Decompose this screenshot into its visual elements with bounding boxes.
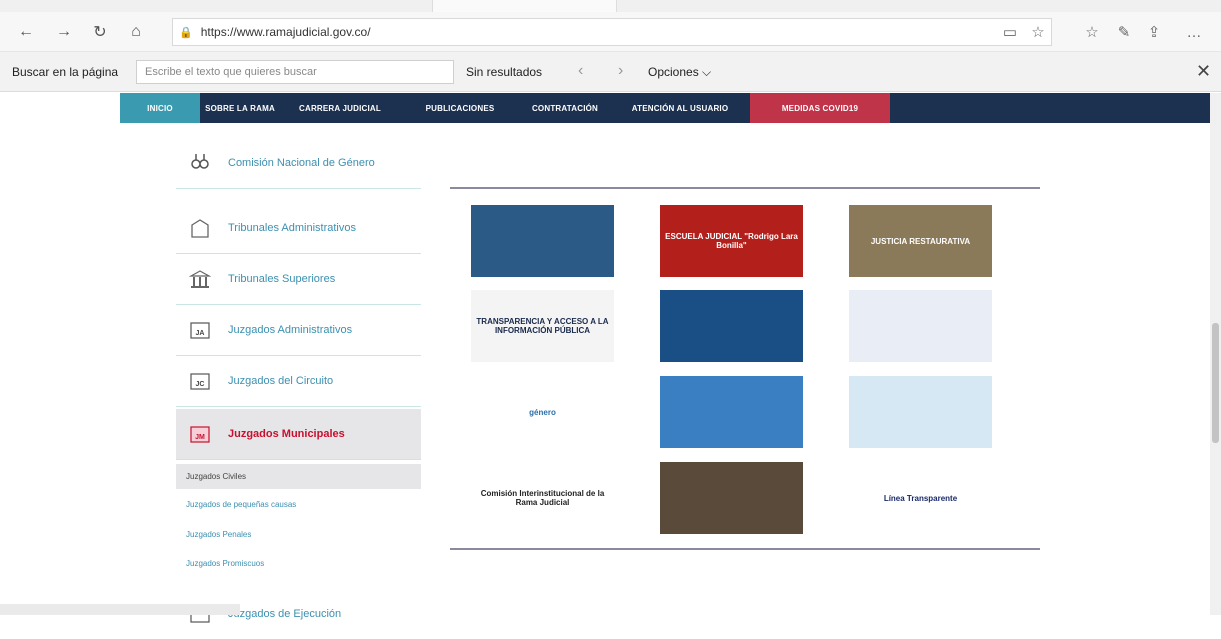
banner-text: Línea Transparente <box>883 493 958 503</box>
banner-tile[interactable]: género <box>471 376 614 448</box>
divider-bottom <box>450 548 1040 550</box>
active-tab[interactable] <box>432 0 617 12</box>
sidebar-item-juzgados-administrativos[interactable]: JA Juzgados Administrativos <box>176 305 421 356</box>
banner-text: JUSTICIA RESTAURATIVA <box>870 236 971 246</box>
banner-text: género <box>529 407 556 417</box>
banner-tile[interactable]: ESCUELA JUDICIAL "Rodrigo Lara Bonilla" <box>660 205 803 277</box>
svg-text:JM: JM <box>195 434 205 441</box>
banner-tile[interactable] <box>660 376 803 448</box>
folder-jc-icon: JC <box>188 369 212 393</box>
nav-item-6[interactable]: Medidas Covid19 <box>750 93 890 123</box>
folder-ja-icon: JA <box>188 318 212 342</box>
subitem-juzgados-promiscuos[interactable]: Juzgados Promiscuos <box>176 551 421 576</box>
url-text: https://www.ramajudicial.gov.co/ <box>200 25 371 39</box>
columns-icon <box>188 267 212 291</box>
banner-tile[interactable] <box>660 290 803 362</box>
banner-text: ESCUELA JUDICIAL "Rodrigo Lara Bonilla" <box>665 232 798 250</box>
find-options-button[interactable]: Opciones ⌵ <box>648 65 711 80</box>
sidebar-item-label: Juzgados Municipales <box>228 428 345 440</box>
gender-icon <box>188 151 212 175</box>
svg-text:JA: JA <box>196 330 205 337</box>
sidebar-item-genero[interactable]: Comisión Nacional de Género <box>176 138 421 189</box>
sidebar-item-label: Tribunales Administrativos <box>228 222 356 234</box>
banner-tile[interactable] <box>471 205 614 277</box>
divider-top <box>450 187 1040 189</box>
sidebar-item-label: Tribunales Superiores <box>228 273 336 285</box>
find-bar: Buscar en la página Escribe el texto que… <box>0 52 1221 92</box>
sidebar-item-label: Juzgados del Circuito <box>228 375 334 387</box>
share-icon[interactable]: ⇪ <box>1140 20 1168 44</box>
banner-text: TRANSPARENCIA Y ACCESO A LA INFORMACIÓN … <box>476 317 609 335</box>
nav-item-1[interactable]: Sobre la Rama <box>200 93 280 123</box>
back-icon[interactable]: ← <box>12 20 40 44</box>
previous-result-icon[interactable]: ‹ <box>578 62 583 80</box>
sidebar-item-tribunales-superiores[interactable]: Tribunales Superiores <box>176 254 421 305</box>
sidebar-item-tribunales-administrativos[interactable]: Tribunales Administrativos <box>176 203 421 254</box>
scrollbar[interactable] <box>1210 93 1221 615</box>
more-icon[interactable]: … <box>1180 20 1208 44</box>
sidebar: Comisión Nacional de Género Tribunales A… <box>176 123 421 623</box>
banner-tile[interactable]: Línea Transparente <box>849 462 992 534</box>
nav-item-3[interactable]: Publicaciones <box>400 93 520 123</box>
find-label: Buscar en la página <box>12 65 119 79</box>
reading-view-icon[interactable]: ▭ <box>996 20 1024 44</box>
next-result-icon[interactable]: › <box>618 62 623 80</box>
nav-item-4[interactable]: Contratación <box>520 93 610 123</box>
banner-text: Comisión Interinstitucional de la Rama J… <box>480 489 605 507</box>
nav-item-2[interactable]: Carrera Judicial <box>280 93 400 123</box>
find-result: Sin resultados <box>466 65 543 79</box>
lock-icon: 🔒 <box>179 26 193 39</box>
banner-tile[interactable]: JUSTICIA RESTAURATIVA <box>849 205 992 277</box>
tab-strip <box>0 0 1221 12</box>
site-navigation: Inicio Sobre la Rama Carrera Judicial Publi… <box>120 93 1210 123</box>
pen-icon[interactable]: ✎ <box>1110 20 1138 44</box>
favorites-list-icon[interactable]: ☆ <box>1078 20 1106 44</box>
folder-jm-icon: JM <box>188 422 212 446</box>
favorite-icon[interactable]: ☆ <box>1024 20 1052 44</box>
sidebar-item-label: Juzgados Administrativos <box>228 324 353 336</box>
banner-tile[interactable]: TRANSPARENCIA Y ACCESO A LA INFORMACIÓN … <box>471 290 614 362</box>
nav-item-0[interactable]: Inicio <box>120 93 200 123</box>
sidebar-item-label: Comisión Nacional de Género <box>228 157 375 169</box>
sidebar-item-label: Juzgados de Ejecución <box>228 607 342 620</box>
find-input[interactable]: Escribe el texto que quieres buscar <box>136 60 454 84</box>
banner-tile[interactable] <box>660 462 803 534</box>
sidebar-item-juzgados-municipales[interactable]: JM Juzgados Municipales <box>176 409 421 460</box>
building-icon <box>188 216 212 240</box>
subitem-pequenas-causas[interactable]: Juzgados de pequeñas causas <box>176 492 421 517</box>
navigation-row: ← → ↻ ⌂ 🔒 https://www.ramajudicial.gov.c… <box>0 12 1221 52</box>
address-bar[interactable]: 🔒 https://www.ramajudicial.gov.co/ <box>172 18 1052 46</box>
refresh-icon[interactable]: ↻ <box>86 20 114 44</box>
scrollbar-thumb[interactable] <box>1212 323 1219 443</box>
banner-tile[interactable] <box>849 290 992 362</box>
subitem-juzgados-civiles[interactable]: Juzgados Civiles <box>176 464 421 489</box>
banner-tile[interactable] <box>849 376 992 448</box>
sidebar-item-juzgados-circuito[interactable]: JC Juzgados del Circuito <box>176 356 421 407</box>
home-icon[interactable]: ⌂ <box>122 20 150 44</box>
svg-text:JC: JC <box>196 381 205 388</box>
forward-icon[interactable]: → <box>50 20 78 44</box>
banner-tile[interactable]: Comisión Interinstitucional de la Rama J… <box>471 462 614 534</box>
nav-item-5[interactable]: Atención al Usuario <box>610 93 750 123</box>
subitem-juzgados-penales[interactable]: Juzgados Penales <box>176 522 421 547</box>
status-bar <box>0 604 240 615</box>
close-icon[interactable]: ✕ <box>1196 61 1211 82</box>
